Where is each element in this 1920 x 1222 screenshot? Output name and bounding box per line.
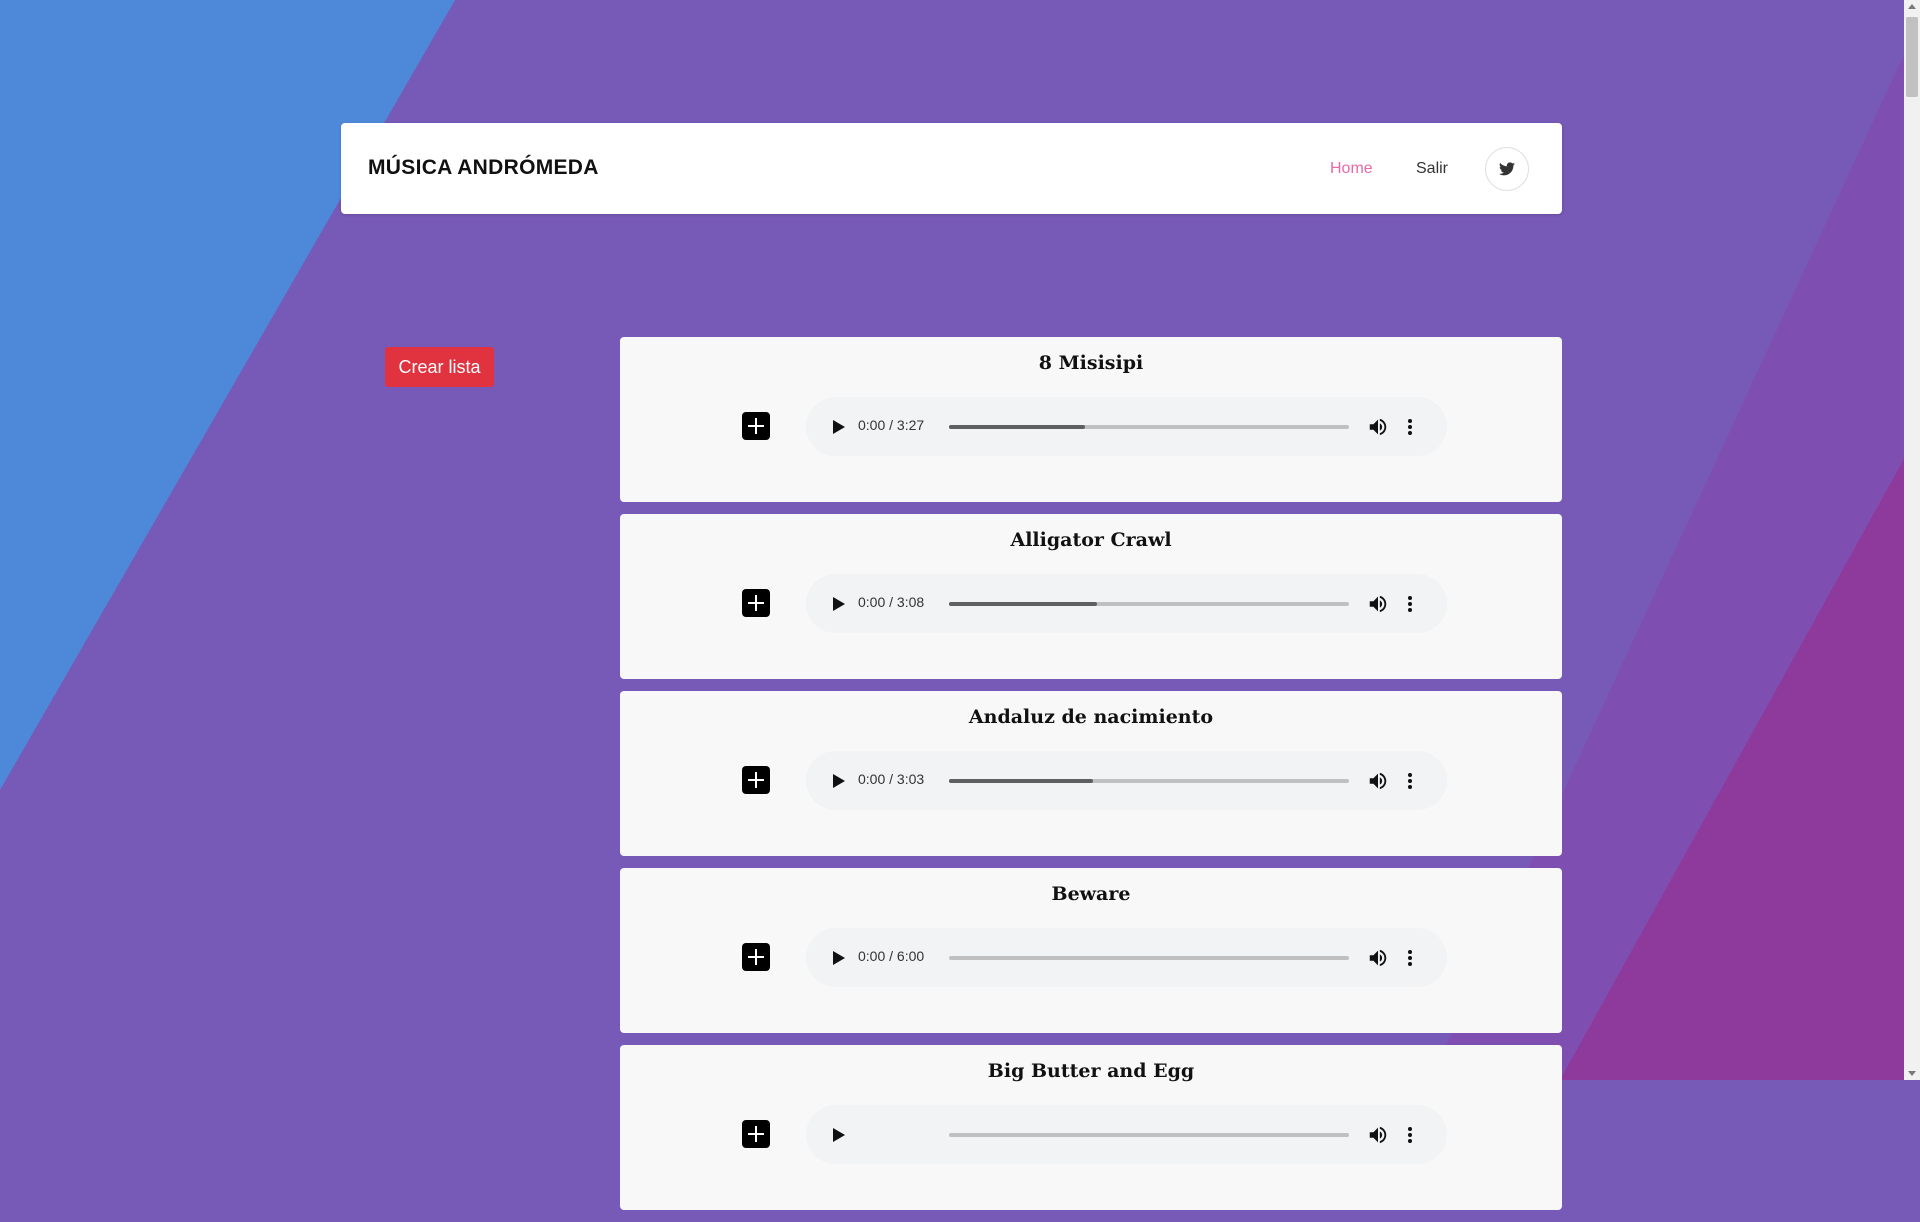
audio-player[interactable] [806,1105,1447,1164]
progress-track[interactable] [949,1133,1349,1137]
crear-lista-button[interactable]: Crear lista [385,347,494,387]
add-to-list-button[interactable] [742,412,770,440]
song-card: Alligator Crawl 0:00 / 3:08 [620,514,1562,679]
plus-icon [748,595,764,611]
scroll-down-arrow-icon[interactable] [1908,1071,1916,1076]
time-display: 0:00 / 3:27 [858,417,925,433]
plus-icon [748,949,764,965]
song-list: 8 Misisipi 0:00 / 3:27 Alligator Crawl 0… [620,337,1562,1222]
more-options-icon[interactable] [1404,1124,1416,1146]
volume-icon[interactable] [1367,1124,1389,1146]
song-card: Big Butter and Egg [620,1045,1562,1210]
plus-icon [748,772,764,788]
audio-player[interactable]: 0:00 / 3:03 [806,751,1447,810]
scroll-up-arrow-icon[interactable] [1908,4,1916,9]
buffered-fill [949,602,1097,606]
song-card: 8 Misisipi 0:00 / 3:27 [620,337,1562,502]
buffered-fill [949,425,1085,429]
song-card: Andaluz de nacimiento 0:00 / 3:03 [620,691,1562,856]
song-title: 8 Misisipi [1038,352,1144,374]
volume-icon[interactable] [1367,416,1389,438]
add-to-list-button[interactable] [742,589,770,617]
add-to-list-button[interactable] [742,766,770,794]
progress-track[interactable] [949,602,1349,606]
progress-track[interactable] [949,425,1349,429]
progress-track[interactable] [949,956,1349,960]
twitter-icon [1499,162,1515,176]
more-options-icon[interactable] [1404,416,1416,438]
song-title: Beware [1051,883,1131,905]
scrollbar[interactable] [1904,0,1920,1080]
nav-salir-link[interactable]: Salir [1416,160,1448,178]
twitter-button[interactable] [1485,147,1529,191]
play-icon[interactable] [828,771,848,791]
play-icon[interactable] [828,948,848,968]
play-icon[interactable] [828,1125,848,1145]
volume-icon[interactable] [1367,947,1389,969]
more-options-icon[interactable] [1404,770,1416,792]
play-icon[interactable] [828,594,848,614]
play-icon[interactable] [828,417,848,437]
plus-icon [748,418,764,434]
volume-icon[interactable] [1367,593,1389,615]
more-options-icon[interactable] [1404,593,1416,615]
nav-home-link[interactable]: Home [1330,160,1373,178]
plus-icon [748,1126,764,1142]
volume-icon[interactable] [1367,770,1389,792]
time-display: 0:00 / 3:03 [858,771,925,787]
add-to-list-button[interactable] [742,943,770,971]
audio-player[interactable]: 0:00 / 3:08 [806,574,1447,633]
scroll-thumb[interactable] [1906,17,1918,97]
song-card: Beware 0:00 / 6:00 [620,868,1562,1033]
audio-player[interactable]: 0:00 / 3:27 [806,397,1447,456]
header: MÚSICA ANDRÓMEDA Home Salir [341,123,1562,214]
time-display: 0:00 / 6:00 [858,948,925,964]
song-title: Andaluz de nacimiento [968,706,1214,728]
song-title: Big Butter and Egg [987,1060,1195,1082]
progress-track[interactable] [949,779,1349,783]
brand-title: MÚSICA ANDRÓMEDA [368,156,599,179]
song-title: Alligator Crawl [1010,529,1172,551]
time-display: 0:00 / 3:08 [858,594,925,610]
audio-player[interactable]: 0:00 / 6:00 [806,928,1447,987]
more-options-icon[interactable] [1404,947,1416,969]
buffered-fill [949,779,1093,783]
add-to-list-button[interactable] [742,1120,770,1148]
